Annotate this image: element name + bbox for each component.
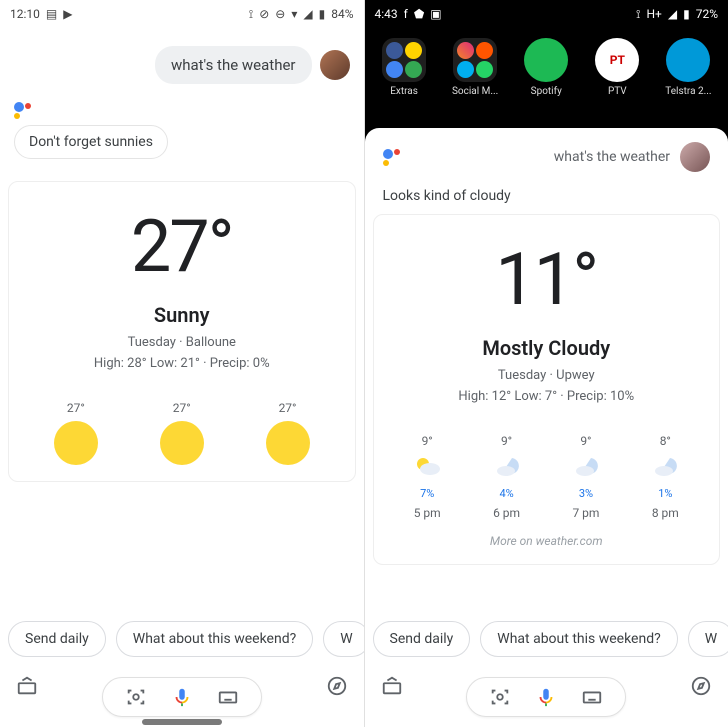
explore-icon[interactable]	[690, 675, 712, 701]
mic-icon[interactable]	[171, 686, 193, 708]
battery-pct: 84%	[331, 7, 353, 21]
phone-right: 4:43 f ⬟ ▣ ⟟ H+ ◢ ▮ 72% Extras Social M.…	[365, 0, 728, 727]
chip-weekend[interactable]: What about this weekend?	[116, 621, 313, 657]
hour-slot: 27°	[266, 401, 310, 465]
phone-left: 12:10 ▤ ▶ ⟟ ⊘ ⊖ ▾ ◢ ▮ 84% what's the wea…	[0, 0, 365, 727]
hour-slot: 9° 3% 7 pm	[571, 434, 601, 520]
battery-icon: ▮	[319, 7, 326, 21]
app-ptv[interactable]: PT PTV	[587, 38, 647, 97]
sun-icon	[160, 421, 204, 465]
wifi-icon: ▾	[291, 7, 297, 21]
night-cloud-icon	[571, 454, 601, 481]
dnd-icon: ⊘	[259, 7, 269, 21]
hi-lo-precip: High: 12° Low: 7° · Precip: 10%	[388, 389, 706, 404]
user-query-text: what's the weather	[554, 149, 670, 165]
assistant-logo	[14, 102, 350, 119]
status-bar: 12:10 ▤ ▶ ⟟ ⊘ ⊖ ▾ ◢ ▮ 84%	[0, 0, 364, 28]
app-folder-extras[interactable]: Extras	[374, 38, 434, 97]
explore-icon[interactable]	[326, 675, 348, 701]
status-time: 12:10	[10, 7, 40, 21]
suggestion-chips: Send daily What about this weekend? W	[0, 611, 364, 667]
chip-more[interactable]: W	[323, 621, 363, 657]
lens-icon[interactable]	[489, 686, 511, 708]
day-location: Tuesday · Balloune	[23, 335, 341, 350]
signal-icon: ◢	[668, 7, 677, 21]
bottom-toolbar	[365, 677, 728, 717]
home-pill[interactable]	[142, 719, 222, 725]
chip-more[interactable]: W	[688, 621, 728, 657]
network-type: H+	[647, 7, 662, 21]
app-telstra[interactable]: Telstra 2...	[658, 38, 718, 97]
status-time: 4:43	[375, 7, 398, 21]
hour-slot: 9° 4% 6 pm	[492, 434, 522, 520]
mic-icon[interactable]	[535, 686, 557, 708]
condition: Sunny	[23, 303, 341, 327]
hour-slot: 27°	[160, 401, 204, 465]
bottom-toolbar	[0, 677, 364, 717]
updates-icon[interactable]	[381, 675, 403, 701]
assistant-reply: Don't forget sunnies	[14, 125, 168, 159]
location-icon: ⟟	[249, 7, 253, 22]
location-icon: ⟟	[636, 7, 640, 22]
keyboard-icon[interactable]	[217, 686, 239, 708]
play-icon: ▶	[63, 7, 72, 21]
lens-icon[interactable]	[125, 686, 147, 708]
battery-pct: 72%	[696, 7, 718, 21]
weather-card[interactable]: 27° Sunny Tuesday · Balloune High: 28° L…	[8, 181, 356, 482]
snapchat-icon: ⬟	[414, 7, 424, 21]
sun-icon	[266, 421, 310, 465]
chip-weekend[interactable]: What about this weekend?	[480, 621, 677, 657]
keyboard-icon[interactable]	[581, 686, 603, 708]
day-location: Tuesday · Upwey	[388, 368, 706, 383]
user-query-bubble: what's the weather	[155, 46, 312, 84]
image-icon: ▣	[430, 7, 441, 21]
night-cloud-icon	[650, 454, 680, 481]
current-temp: 11°	[388, 237, 706, 322]
app-folder-social[interactable]: Social M...	[445, 38, 505, 97]
partly-cloudy-icon	[412, 454, 442, 481]
condition: Mostly Cloudy	[388, 336, 706, 360]
app-spotify[interactable]: Spotify	[516, 38, 576, 97]
user-avatar[interactable]	[680, 142, 710, 172]
status-bar: 4:43 f ⬟ ▣ ⟟ H+ ◢ ▮ 72%	[365, 0, 728, 28]
suggestion-chips: Send daily What about this weekend? W	[365, 611, 728, 667]
updates-icon[interactable]	[16, 675, 38, 701]
battery-icon: ▮	[683, 7, 690, 21]
night-cloud-icon	[492, 454, 522, 481]
hi-lo-precip: High: 28° Low: 21° · Precip: 0%	[23, 356, 341, 371]
minus-icon: ⊖	[275, 7, 285, 21]
home-app-row: Extras Social M... Spotify PT PTV Telstr…	[365, 28, 728, 105]
more-weather-link[interactable]: More on weather.com	[388, 534, 706, 548]
assistant-reply: Looks kind of cloudy	[365, 172, 728, 210]
current-temp: 27°	[23, 204, 341, 289]
assistant-logo	[383, 149, 400, 166]
facebook-icon: f	[404, 7, 408, 21]
notif-icon: ▤	[46, 7, 57, 21]
user-avatar[interactable]	[320, 50, 350, 80]
signal-icon: ◢	[303, 7, 312, 21]
chip-send-daily[interactable]: Send daily	[8, 621, 106, 657]
hour-slot: 8° 1% 8 pm	[650, 434, 680, 520]
hour-slot: 9° 7% 5 pm	[412, 434, 442, 520]
chip-send-daily[interactable]: Send daily	[373, 621, 471, 657]
weather-card[interactable]: 11° Mostly Cloudy Tuesday · Upwey High: …	[373, 214, 721, 565]
hour-slot: 27°	[54, 401, 98, 465]
sun-icon	[54, 421, 98, 465]
user-message-row: what's the weather	[14, 46, 350, 84]
assistant-panel: what's the weather Looks kind of cloudy …	[365, 128, 728, 727]
